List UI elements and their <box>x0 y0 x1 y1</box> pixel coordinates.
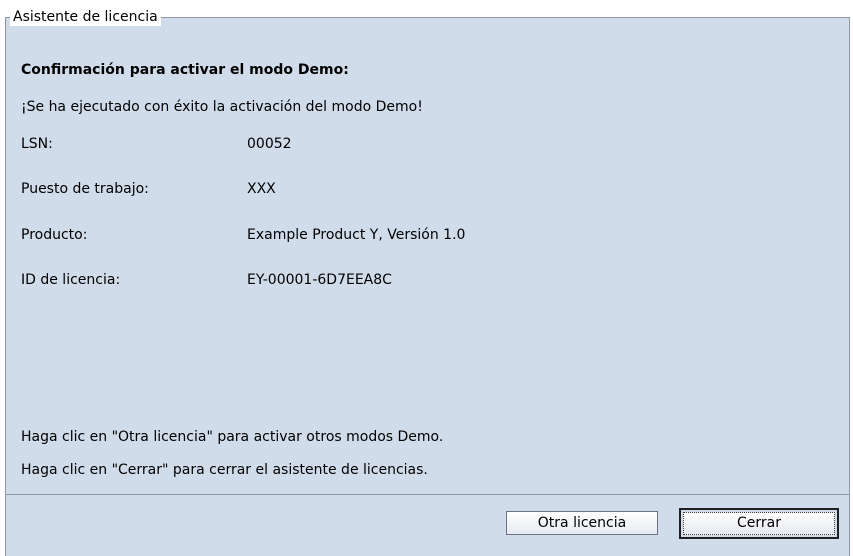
close-button-label: Cerrar <box>683 512 835 535</box>
button-bar: Otra licencia Cerrar <box>5 494 850 556</box>
hint-other-license: Haga clic en "Otra licencia" para activa… <box>21 429 444 445</box>
product-label: Producto: <box>21 227 88 243</box>
license-wizard-dialog: Confirmación para activar el modo Demo: … <box>0 0 853 556</box>
product-value: Example Product Y, Versión 1.0 <box>247 227 466 243</box>
lsn-value: 00052 <box>247 136 292 152</box>
confirmation-heading: Confirmación para activar el modo Demo: <box>21 62 349 78</box>
workstation-value: XXX <box>247 181 276 197</box>
license-wizard-groupbox: Confirmación para activar el modo Demo: … <box>5 17 850 495</box>
other-license-button[interactable]: Otra licencia <box>506 511 658 535</box>
success-message: ¡Se ha ejecutado con éxito la activación… <box>21 99 423 115</box>
close-button[interactable]: Cerrar <box>679 508 839 539</box>
workstation-label: Puesto de trabajo: <box>21 181 149 197</box>
license-id-value: EY-00001-6D7EEA8C <box>247 272 392 288</box>
lsn-label: LSN: <box>21 136 53 152</box>
license-id-label: ID de licencia: <box>21 272 121 288</box>
hint-close: Haga clic en "Cerrar" para cerrar el asi… <box>21 462 428 478</box>
groupbox-title: Asistente de licencia <box>10 8 161 26</box>
